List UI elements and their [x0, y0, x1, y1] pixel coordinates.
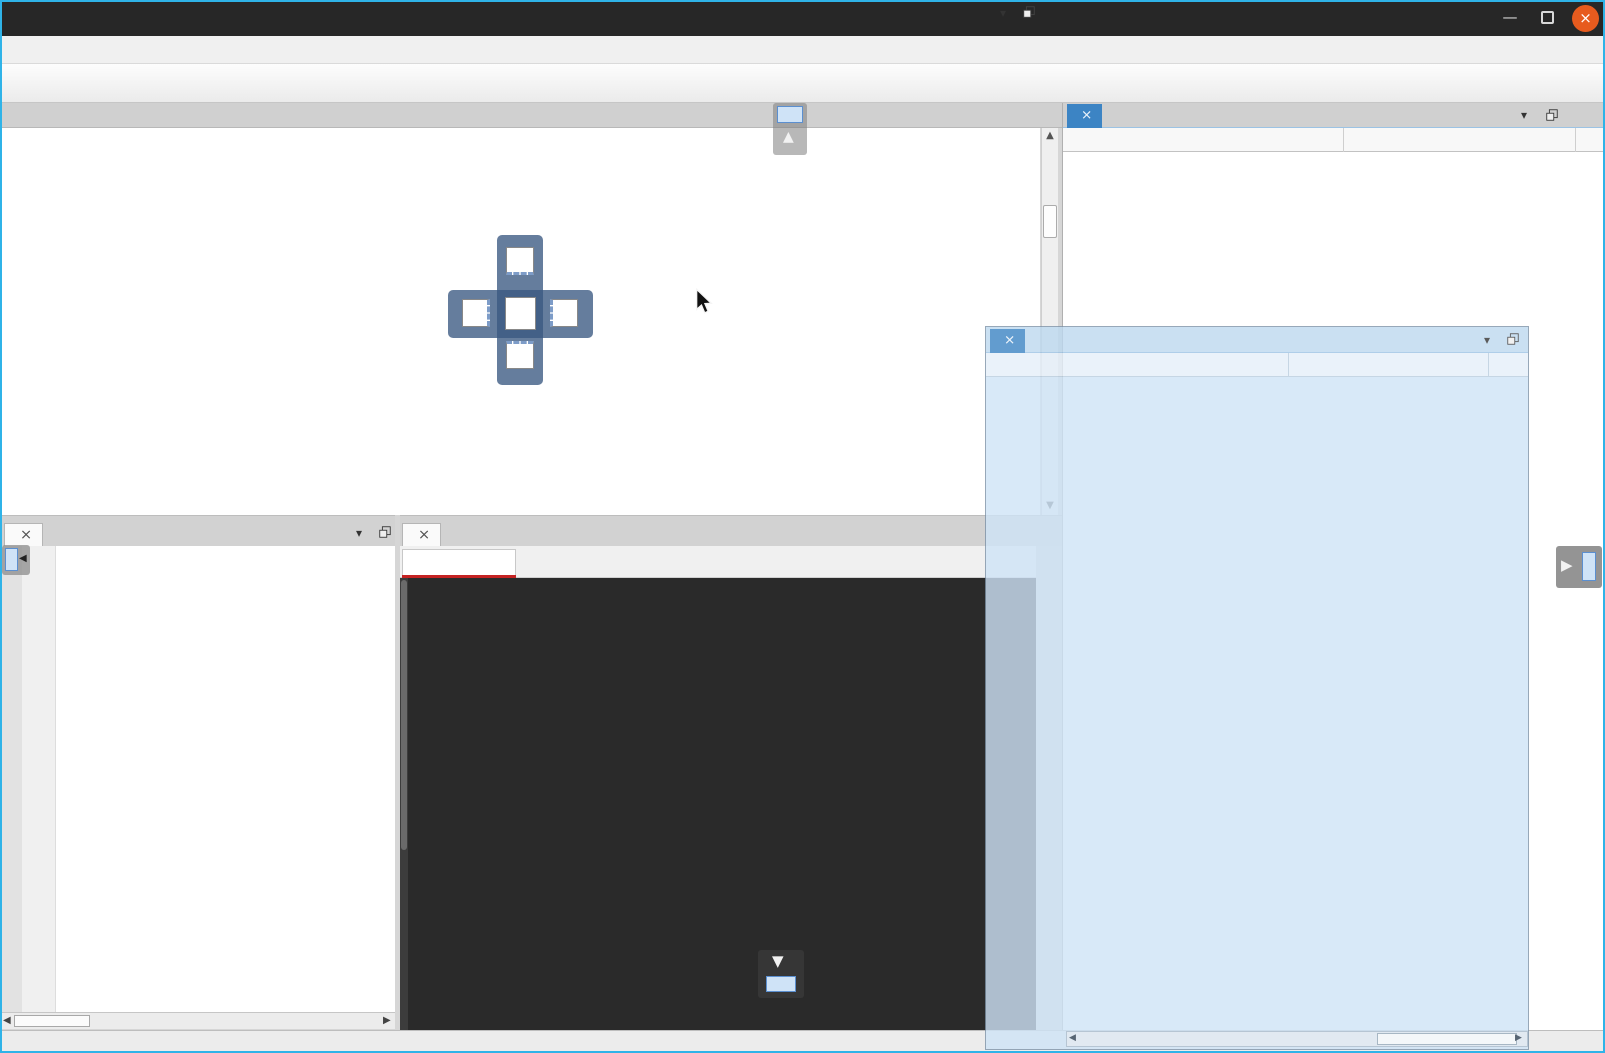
tab-grammar-parse-result[interactable]: × — [1067, 104, 1102, 128]
bottom-dock-strip: × ▾ × — [0, 515, 1062, 546]
dock-indicator-left: ◀ — [2, 545, 30, 575]
floating-horizontal-scrollbar[interactable]: ◀ ▶ — [1066, 1031, 1528, 1047]
drop-center — [505, 297, 536, 330]
drop-bottom — [506, 341, 534, 369]
drop-top — [506, 247, 534, 275]
fold-margin — [0, 546, 22, 1012]
minimize-button[interactable]: — — [1498, 6, 1522, 30]
scrollbar-thumb[interactable] — [1043, 205, 1057, 238]
scrollbar-thumb[interactable] — [14, 1015, 90, 1027]
title-bar: — × — [0, 0, 1605, 36]
line-number-gutter — [22, 546, 56, 1012]
drop-right — [550, 299, 578, 327]
scroll-right-icon[interactable]: ▶ — [1515, 1033, 1522, 1043]
panel-float-icon[interactable] — [1506, 332, 1520, 349]
close-icon[interactable]: × — [20, 527, 32, 543]
tab-grammar-parse-result[interactable]: × — [990, 329, 1025, 353]
tree-column-header[interactable] — [1063, 128, 1605, 152]
scroll-left-icon[interactable]: ◀ — [3, 1015, 11, 1026]
close-button[interactable]: × — [1572, 5, 1599, 32]
buffer-subtab-bar — [400, 546, 1036, 578]
tab-grammar-definition-code[interactable]: × — [4, 523, 43, 547]
tab-raw-buffer[interactable] — [402, 549, 516, 578]
panel-float-icon[interactable] — [378, 525, 392, 542]
drop-left — [462, 299, 490, 327]
panel-tab-strip: × ▾ — [1063, 103, 1605, 128]
dock-indicator-center — [448, 233, 593, 393]
mouse-cursor — [694, 288, 714, 320]
float-area-icon[interactable] — [1022, 4, 1036, 23]
scroll-right-icon[interactable]: ▶ — [383, 1015, 391, 1026]
scroll-left-icon[interactable]: ◀ — [1069, 1033, 1076, 1043]
dock-indicator-top: ▲ — [773, 103, 807, 155]
close-icon[interactable]: × — [418, 527, 430, 543]
scrollbar-thumb[interactable] — [1377, 1033, 1517, 1045]
scrollbar-thumb[interactable] — [401, 580, 407, 850]
close-icon[interactable]: × — [1004, 332, 1015, 348]
dock-indicator-bottom: ▼ — [758, 950, 804, 998]
toolbar — [0, 64, 1605, 103]
hex-view[interactable] — [400, 578, 1036, 1030]
maximize-button[interactable] — [1541, 11, 1554, 24]
code-editor[interactable] — [0, 546, 395, 1012]
scroll-up-icon[interactable]: ▲ — [1042, 130, 1058, 141]
code-horizontal-scrollbar[interactable]: ◀ ▶ — [0, 1012, 395, 1029]
panel-menu-icon[interactable]: ▾ — [1521, 108, 1527, 122]
grammar-tree[interactable] — [986, 377, 1528, 1029]
tab-zoom[interactable]: × — [402, 523, 441, 547]
panel-menu-icon[interactable]: ▾ — [1484, 333, 1490, 347]
panel-menu-icon[interactable]: ▾ — [356, 526, 362, 540]
menu-bar — [0, 36, 1605, 64]
panel-float-icon[interactable] — [1545, 108, 1559, 125]
tree-column-header[interactable] — [986, 353, 1528, 377]
tab-list-dropdown-icon[interactable]: ▾ — [1000, 6, 1006, 20]
dock-indicator-right: ▶ — [1556, 546, 1602, 588]
close-icon[interactable]: × — [1081, 107, 1092, 123]
floating-grammar-parse-result-window[interactable]: × ▾ ◀ ▶ — [985, 326, 1529, 1050]
hex-vertical-scrollbar[interactable] — [400, 578, 408, 1030]
floating-title-bar[interactable]: × ▾ — [986, 327, 1528, 353]
dragged-tab-ghost — [777, 106, 803, 123]
document-tab-bar — [0, 103, 1062, 128]
